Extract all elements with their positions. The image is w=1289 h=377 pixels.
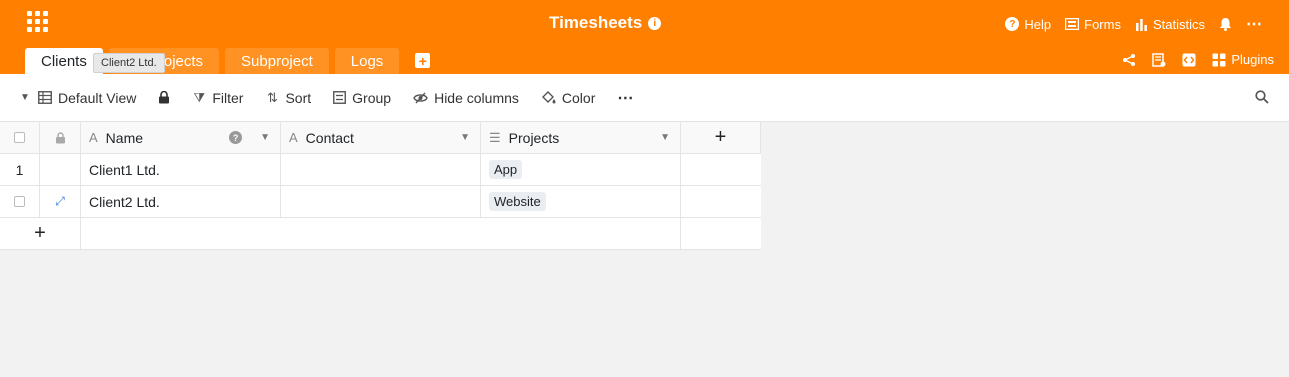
- cell-projects[interactable]: App: [481, 154, 681, 185]
- bell-icon: [1220, 18, 1231, 31]
- statistics-button[interactable]: Statistics: [1135, 17, 1205, 32]
- add-row-button[interactable]: +: [0, 218, 81, 249]
- header-row: A Name ? ▼ A Contact ▼ ☰ Projects ▼ +: [0, 122, 761, 154]
- column-title-name: Name: [105, 129, 144, 146]
- caret-down-icon: ▼: [20, 92, 30, 103]
- hide-columns-label: Hide columns: [434, 89, 519, 106]
- sort-button[interactable]: ⇅ Sort: [265, 90, 311, 106]
- group-icon: [333, 91, 347, 104]
- text-icon: A: [89, 130, 98, 145]
- add-row: +: [0, 218, 761, 250]
- statistics-label: Statistics: [1152, 16, 1205, 32]
- plugins-label: Plugins: [1231, 52, 1274, 67]
- plus-icon: +: [34, 222, 46, 244]
- toolbar-more-button[interactable]: ⋯: [617, 88, 633, 108]
- more-icon: ⋯: [1246, 16, 1263, 33]
- expand-row-icon[interactable]: ⤢: [55, 194, 65, 209]
- app-header: Timesheets i ? Help Forms Statistics ⋯ C…: [0, 0, 1289, 74]
- color-label: Color: [561, 89, 596, 106]
- column-header-name[interactable]: A Name ? ▼: [81, 122, 281, 153]
- add-row-area[interactable]: [81, 218, 681, 249]
- help-icon: ?: [1005, 17, 1020, 31]
- column-header-contact[interactable]: A Contact ▼: [281, 122, 481, 153]
- more-menu-button[interactable]: ⋯: [1246, 14, 1263, 34]
- cell-contact[interactable]: [281, 186, 481, 217]
- paint-bucket-icon: [541, 91, 556, 104]
- help-label: Help: [1024, 16, 1052, 32]
- column-title-projects: Projects: [508, 129, 560, 146]
- add-table-icon[interactable]: +: [415, 53, 431, 69]
- table-tabs: Clients Projects Subproject Logs +: [25, 48, 431, 74]
- data-grid: A Name ? ▼ A Contact ▼ ☰ Projects ▼ + 1 …: [0, 122, 761, 250]
- app-grid-icon[interactable]: [27, 11, 48, 32]
- text-icon: A: [289, 130, 298, 145]
- row-index: 1: [0, 154, 40, 185]
- search-icon[interactable]: [1255, 90, 1269, 104]
- column-lock-icon: [55, 131, 65, 143]
- column-menu-icon[interactable]: ▼: [660, 132, 670, 143]
- column-menu-icon[interactable]: ▼: [460, 132, 470, 143]
- more-horizontal-icon: ⋯: [617, 89, 634, 107]
- select-all-checkbox[interactable]: [14, 132, 25, 143]
- row-select-cell[interactable]: [0, 186, 40, 217]
- notifications-button[interactable]: [1219, 17, 1232, 31]
- row-expand-cell: [40, 154, 81, 185]
- table-view-icon: [38, 91, 52, 104]
- help-button[interactable]: ? Help: [1005, 17, 1051, 32]
- forms-icon: [1065, 18, 1080, 30]
- link-icon: ☰: [489, 129, 501, 145]
- column-info-icon[interactable]: ?: [229, 131, 243, 144]
- lock-icon: [159, 91, 170, 104]
- row-expand-cell[interactable]: ⤢: [40, 186, 81, 217]
- share-icon[interactable]: [1122, 53, 1136, 67]
- cell-contact[interactable]: [281, 154, 481, 185]
- sort-icon: ⇅: [267, 89, 278, 105]
- row-checkbox[interactable]: [14, 196, 25, 207]
- filter-button[interactable]: ⧩ Filter: [192, 89, 244, 106]
- group-label: Group: [352, 89, 392, 106]
- header-actions: ? Help Forms Statistics ⋯: [1005, 14, 1263, 34]
- column-title-contact: Contact: [305, 129, 354, 146]
- plugins-icon: [1212, 53, 1226, 66]
- eye-slash-icon: [413, 92, 428, 103]
- plugins-button[interactable]: Plugins: [1212, 52, 1274, 67]
- cell-name[interactable]: Client2 Ltd.: [81, 186, 281, 217]
- hide-columns-button[interactable]: Hide columns: [413, 90, 519, 106]
- row-tooltip: Client2 Ltd.: [93, 53, 165, 73]
- info-icon[interactable]: i: [648, 16, 662, 30]
- table-row[interactable]: 1 Client1 Ltd. App: [0, 154, 761, 186]
- forms-label: Forms: [1084, 16, 1121, 32]
- form-settings-icon[interactable]: [1152, 52, 1166, 67]
- tab-subproject[interactable]: Subproject: [225, 48, 329, 74]
- cell-name[interactable]: Client1 Ltd.: [81, 154, 281, 185]
- sort-label: Sort: [285, 89, 312, 106]
- group-button[interactable]: Group: [333, 90, 391, 106]
- cell-projects[interactable]: Website: [481, 186, 681, 217]
- forms-button[interactable]: Forms: [1065, 17, 1121, 32]
- tab-clients[interactable]: Clients: [25, 48, 103, 74]
- add-column-button[interactable]: +: [681, 122, 761, 153]
- view-lock-button[interactable]: [158, 91, 170, 104]
- column-header-projects[interactable]: ☰ Projects ▼: [481, 122, 681, 153]
- table-row[interactable]: ⤢ Client2 Ltd. Website: [0, 186, 761, 218]
- project-chip: App: [489, 160, 523, 179]
- plus-icon: +: [714, 126, 727, 148]
- view-name: Default View: [58, 89, 137, 106]
- tab-logs[interactable]: Logs: [334, 48, 400, 74]
- project-chip: Website: [489, 192, 546, 211]
- view-toolbar: ▼ Default View ⧩ Filter ⇅ Sort Group Hid…: [0, 74, 1289, 122]
- code-icon[interactable]: [1182, 53, 1196, 67]
- color-button[interactable]: Color: [541, 90, 595, 106]
- bar-chart-icon: [1135, 18, 1147, 31]
- tab-actions: Plugins: [1122, 52, 1274, 67]
- view-selector[interactable]: ▼ Default View: [18, 90, 136, 106]
- app-title: Timesheets i: [549, 13, 662, 33]
- column-menu-icon[interactable]: ▼: [260, 132, 270, 143]
- filter-label: Filter: [212, 89, 244, 106]
- select-all-cell[interactable]: [0, 122, 40, 153]
- filter-icon: ⧩: [193, 89, 206, 105]
- lock-column-cell: [40, 122, 81, 153]
- app-title-text: Timesheets: [549, 13, 643, 32]
